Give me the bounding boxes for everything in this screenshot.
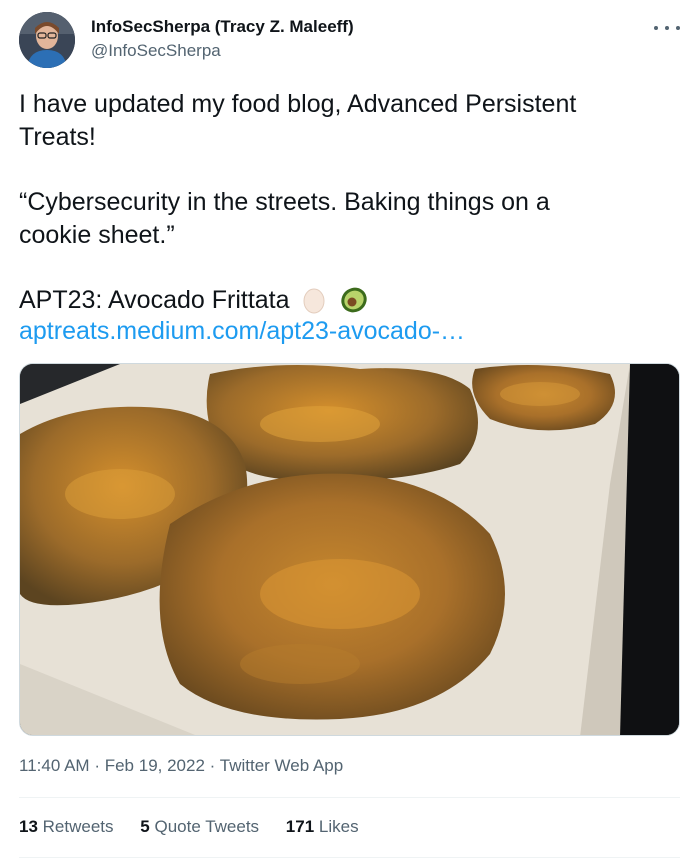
tweet-time[interactable]: 11:40 AM (19, 756, 90, 775)
meta-separator: · (94, 756, 100, 775)
quote-tweets-label: Quote Tweets (154, 817, 260, 836)
likes-count: 171 (285, 817, 315, 836)
tweet-stats: 13 Retweets 5 Quote Tweets 171 Likes (19, 817, 381, 837)
likes-stat[interactable]: 171 Likes (286, 817, 359, 836)
divider (19, 797, 680, 798)
tweet-photo[interactable] (19, 363, 680, 736)
retweets-stat[interactable]: 13 Retweets (19, 817, 114, 836)
avatar[interactable] (19, 12, 75, 68)
tweet-text-line: Treats! (19, 123, 96, 151)
tweet-source-app[interactable]: Twitter Web App (220, 756, 343, 775)
author-handle[interactable]: @InfoSecSherpa (91, 41, 221, 61)
tweet-title: APT23: Avocado Frittata (19, 286, 290, 314)
tweet-card: InfoSecSherpa (Tracy Z. Maleeff) @InfoSe… (0, 0, 700, 866)
more-options-icon[interactable] (654, 20, 680, 36)
author-name[interactable]: InfoSecSherpa (Tracy Z. Maleeff) (91, 17, 354, 37)
retweets-label: Retweets (42, 817, 114, 836)
tweet-text-line: cookie sheet.” (19, 221, 175, 249)
divider (19, 857, 680, 858)
likes-label: Likes (318, 817, 359, 836)
tweet-date[interactable]: Feb 19, 2022 (105, 756, 205, 775)
quote-tweets-stat[interactable]: 5 Quote Tweets (140, 817, 259, 836)
quote-tweets-count: 5 (140, 817, 150, 836)
tweet-text-line: I have updated my food blog, Advanced Pe… (19, 90, 577, 118)
tweet-link[interactable]: aptreats.medium.com/apt23-avocado-… (19, 315, 465, 348)
meta-separator: · (209, 756, 216, 775)
tweet-meta: 11:40 AM · Feb 19, 2022 · Twitter Web Ap… (19, 756, 343, 776)
tweet-text-line: “Cybersecurity in the streets. Baking th… (19, 188, 550, 216)
retweets-count: 13 (19, 817, 38, 836)
